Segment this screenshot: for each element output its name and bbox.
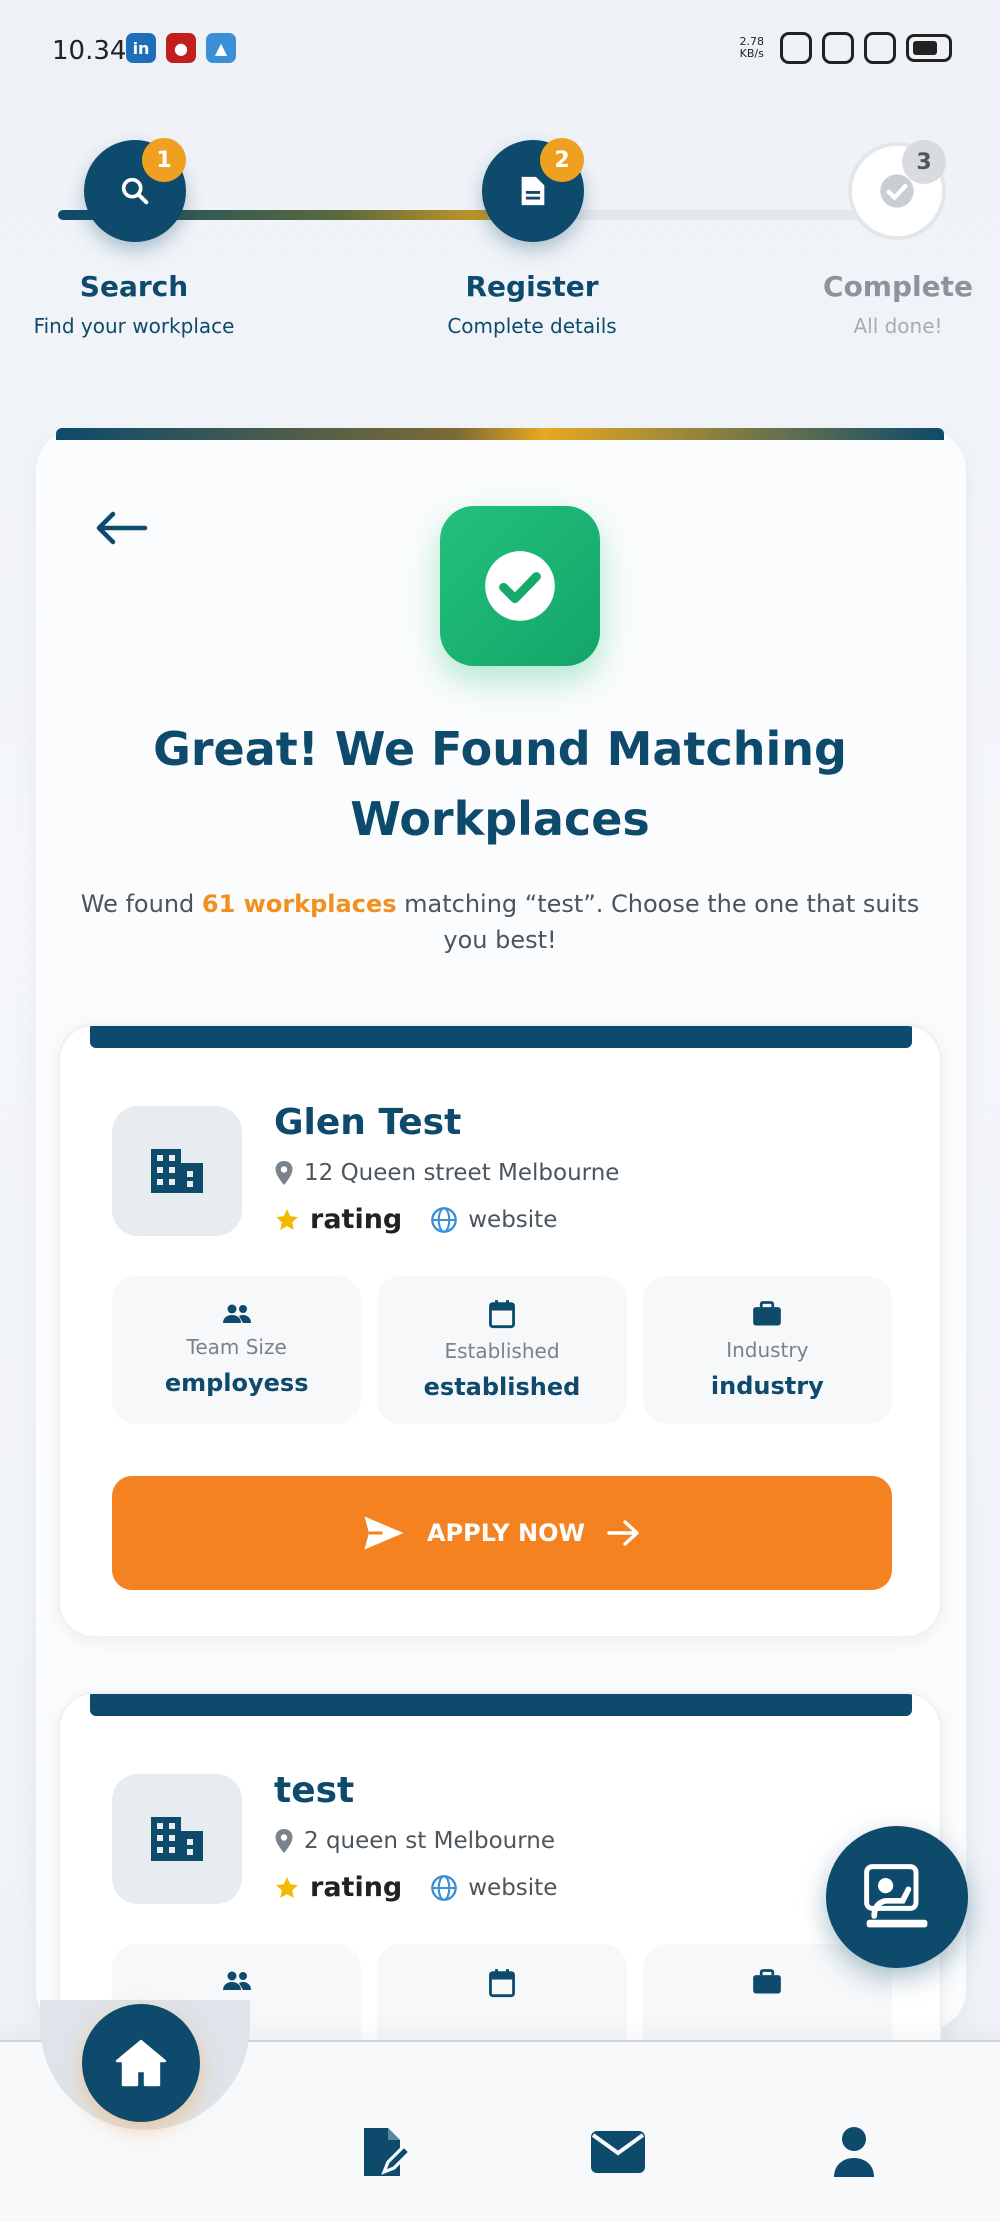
step-subtitle: Find your workplace bbox=[33, 314, 235, 338]
wifi-icon bbox=[864, 32, 896, 64]
summary-text: We found bbox=[80, 890, 202, 918]
status-indicators: 2.78 KB/s bbox=[740, 32, 952, 64]
results-summary: We found 61 workplaces matching “test”. … bbox=[60, 886, 940, 958]
workplace-stats: Team Size employess Established establis… bbox=[112, 1276, 892, 1424]
workplace-name: test bbox=[274, 1770, 355, 1811]
stat-industry: Industry industry bbox=[642, 1276, 892, 1424]
workplace-card[interactable]: Glen Test 12 Queen street Melbourne rati… bbox=[58, 1024, 942, 1638]
rating-label: rating bbox=[310, 1204, 403, 1235]
network-speed: 2.78 KB/s bbox=[740, 36, 765, 60]
nav-home-button[interactable] bbox=[82, 2004, 200, 2122]
network-speed-unit: KB/s bbox=[739, 47, 764, 60]
stat-label: Team Size bbox=[186, 1335, 287, 1359]
calendar-icon bbox=[489, 1969, 515, 1998]
document-edit-icon bbox=[364, 2128, 412, 2176]
navigation-app-icon: ▲ bbox=[206, 33, 236, 63]
check-circle-icon bbox=[485, 551, 555, 621]
linkedin-icon: in bbox=[126, 33, 156, 63]
website-label: website bbox=[468, 1206, 558, 1233]
summary-text: matching “test”. Choose the one that sui… bbox=[396, 890, 920, 954]
location-pin-icon bbox=[275, 1161, 293, 1185]
step-title: Register bbox=[465, 270, 599, 303]
stat-value: industry bbox=[710, 1372, 824, 1400]
workplace-meta: rating website bbox=[274, 1204, 557, 1235]
arrow-right-icon bbox=[607, 1520, 639, 1546]
stat-value: employess bbox=[164, 1369, 309, 1397]
page-title-line2: Workplaces bbox=[350, 792, 650, 846]
rating-label: rating bbox=[310, 1872, 403, 1903]
app-notification-icon: ● bbox=[166, 33, 196, 63]
back-button[interactable] bbox=[86, 498, 156, 558]
star-icon bbox=[276, 1876, 298, 1898]
apply-now-button[interactable]: APPLY NOW bbox=[112, 1476, 892, 1590]
apply-label: APPLY NOW bbox=[426, 1519, 585, 1547]
document-icon bbox=[521, 176, 545, 206]
bottom-navigation bbox=[0, 2000, 1000, 2222]
website-label: website bbox=[468, 1874, 558, 1901]
workplace-name: Glen Test bbox=[274, 1102, 462, 1143]
arrow-left-icon bbox=[96, 511, 148, 545]
briefcase-icon bbox=[753, 1301, 782, 1326]
nav-documents-button[interactable] bbox=[346, 2112, 426, 2192]
stepper-track-pending bbox=[533, 210, 858, 220]
location-pin-icon bbox=[275, 1829, 293, 1853]
nav-messages-button[interactable] bbox=[578, 2112, 658, 2192]
globe-icon bbox=[431, 1206, 458, 1233]
rating: rating bbox=[274, 1872, 402, 1903]
results-count: 61 workplaces bbox=[201, 890, 397, 918]
building-icon bbox=[151, 1149, 203, 1193]
globe-icon bbox=[431, 1874, 458, 1901]
user-icon bbox=[834, 2127, 874, 2177]
status-bar: 10.34 in ● ▲ 2.78 KB/s bbox=[0, 0, 1000, 90]
building-icon bbox=[151, 1817, 203, 1861]
seated-person-icon bbox=[864, 1864, 928, 1928]
workplace-address: 2 queen st Melbourne bbox=[274, 1828, 555, 1854]
workplace-logo bbox=[112, 1774, 242, 1904]
step-badge: 3 bbox=[902, 140, 946, 184]
briefcase-icon bbox=[753, 1969, 782, 1994]
card-accent-bar bbox=[56, 428, 944, 440]
page-title: Great! We Found Matching Workplaces bbox=[60, 714, 940, 854]
notification-icons: in ● ▲ bbox=[126, 33, 236, 63]
success-badge bbox=[440, 506, 600, 666]
stat-value: established bbox=[423, 1373, 581, 1401]
mail-icon bbox=[591, 2131, 645, 2173]
step-subtitle: Complete details bbox=[447, 314, 617, 338]
stat-label: Established bbox=[444, 1339, 560, 1363]
battery-icon bbox=[906, 34, 952, 62]
step-badge: 2 bbox=[540, 138, 584, 182]
search-icon bbox=[121, 177, 149, 205]
card-accent-bar bbox=[90, 1026, 912, 1048]
stat-established: Established established bbox=[377, 1276, 627, 1424]
people-icon bbox=[222, 1304, 251, 1323]
address-text: 12 Queen street Melbourne bbox=[304, 1160, 620, 1186]
people-icon bbox=[222, 1971, 251, 1990]
nav-profile-button[interactable] bbox=[814, 2112, 894, 2192]
calendar-icon bbox=[489, 1300, 515, 1329]
workplace-logo bbox=[112, 1106, 242, 1236]
signal-2-icon bbox=[822, 32, 854, 64]
step-title: Complete bbox=[823, 270, 973, 303]
home-icon bbox=[115, 2039, 167, 2087]
stat-team-size: Team Size employess bbox=[112, 1276, 362, 1424]
step-badge: 1 bbox=[142, 138, 186, 182]
signal-icon bbox=[780, 32, 812, 64]
page-title-line1: Great! We Found Matching bbox=[153, 722, 847, 776]
status-time: 10.34 bbox=[52, 36, 127, 66]
stat-label: Industry bbox=[726, 1338, 809, 1362]
address-text: 2 queen st Melbourne bbox=[304, 1828, 556, 1854]
step-title: Search bbox=[79, 270, 189, 303]
step-subtitle: All done! bbox=[853, 314, 943, 338]
send-icon bbox=[364, 1516, 404, 1550]
workplace-meta: rating website bbox=[274, 1872, 557, 1903]
website-link[interactable]: website bbox=[430, 1874, 557, 1902]
star-icon bbox=[276, 1208, 298, 1230]
assistant-fab-button[interactable] bbox=[826, 1826, 968, 1968]
progress-stepper: 1 2 3 Search Find your workplace Registe… bbox=[0, 120, 1000, 360]
card-accent-bar bbox=[90, 1694, 912, 1716]
rating: rating bbox=[274, 1204, 402, 1235]
website-link[interactable]: website bbox=[430, 1206, 557, 1234]
workplace-address: 12 Queen street Melbourne bbox=[274, 1160, 619, 1186]
